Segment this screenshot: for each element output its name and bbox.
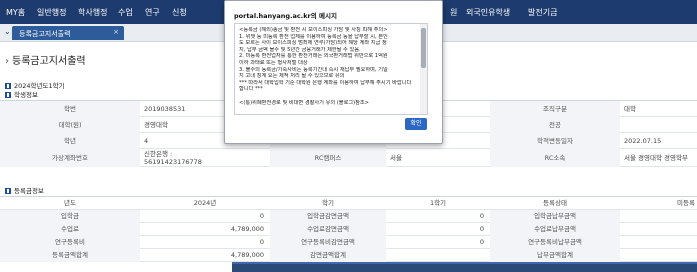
field-label: 조직구분 [490, 101, 620, 117]
field-label: RC캠퍼스 [270, 149, 386, 167]
field-label: 연구등록비 [0, 236, 140, 249]
field-label: 감면금액합계 [270, 249, 386, 262]
nav-item-academic-admin[interactable]: 학사행정 [78, 7, 107, 18]
field-label: 학년 [0, 133, 140, 149]
virtual-account-value: 신한은행 : 56191423176778 [144, 150, 202, 166]
research-discount-value: 0 [479, 238, 484, 246]
field-value [620, 210, 697, 223]
field-label: 전공 [490, 117, 620, 133]
field-label: 등록금액합계 [0, 249, 140, 262]
dialog-title: portal.hanyang.ac.kr의 메시지 [234, 12, 337, 20]
table-row: 등록금액합계 4,789,000 감면금액합계 납부금액합계 [0, 249, 697, 262]
nav-item-general-admin[interactable]: 일반행정 [37, 7, 66, 18]
field-label: 입학금납부금액 [490, 210, 620, 223]
field-label: 납부금액합계 [490, 249, 620, 262]
table-row: 연구등록비 0 연구등록비감면금액 0 연구등록비납부금액 [0, 236, 697, 249]
field-label: 학적변동일자 [490, 133, 620, 149]
nav-item-international-students[interactable]: 외국인유학생 [466, 7, 510, 18]
status-change-date-value: 2022.07.15 [624, 137, 662, 145]
background-popup-edge [232, 262, 697, 272]
research-fee-value: 0 [259, 238, 264, 246]
semester-value: 1학기 [429, 199, 447, 207]
alert-dialog: portal.hanyang.ac.kr의 메시지 <등록금 (해외)송금 및 … [224, 0, 443, 144]
tuition-table: 년도 2024년 학기 1학기 등록상태 미등록 입학금 0 입학금감면금액 0… [0, 196, 697, 262]
field-value: 대학 [624, 105, 636, 113]
field-label: 대학(원) [0, 117, 140, 133]
rc-affiliation-value: 서울 경영대학 경영학부 [624, 154, 688, 162]
field-label: 수업료 [0, 223, 140, 236]
year-value: 2024년 [193, 199, 217, 207]
total-tuition-value: 4,789,000 [230, 251, 264, 259]
section-bullet-icon [5, 92, 11, 98]
registration-status-value: 미등록 [677, 199, 695, 207]
tuition-discount-value: 0 [479, 225, 484, 233]
field-label: 연구등록비납부금액 [490, 236, 620, 249]
tab-tuition-bill[interactable]: 등록금고지서출력 × [12, 26, 124, 40]
ok-button[interactable]: 확인 [405, 118, 427, 130]
screen: MY홈 일반행정 학사행정 수업 연구 신청 원 외국인유학생 발전기금 ⌄ 등… [0, 0, 697, 272]
field-value [386, 249, 490, 262]
field-value [620, 117, 697, 133]
table-row: 입학금 0 입학금감면금액 0 입학금납부금액 [0, 210, 697, 223]
dialog-message-box[interactable]: <등록금 (해외)송금 및 환전 시 보이스피싱 가담 및 사칭 피해 주의> … [234, 23, 428, 115]
rc-campus-value: 서울 [390, 154, 402, 162]
dialog-message: <등록금 (해외)송금 및 환전 시 보이스피싱 가담 및 사칭 피해 주의> … [239, 27, 412, 106]
chevron-right-icon: › [5, 56, 9, 67]
scrollbar-thumb[interactable] [421, 28, 426, 68]
tuition-fee-value: 4,789,000 [230, 225, 264, 233]
year-header: 년도 [64, 199, 76, 207]
registration-status-header: 등록상태 [543, 199, 567, 207]
field-label: 수업료감면금액 [270, 223, 386, 236]
field-value [620, 223, 697, 236]
field-label: 입학금감면금액 [270, 210, 386, 223]
admission-fee-value: 0 [259, 212, 264, 220]
table-header-row: 년도 2024년 학기 1학기 등록상태 미등록 [0, 197, 697, 210]
table-row: 가상계좌번호 신한은행 : 56191423176778 RC캠퍼스 서울 RC… [0, 149, 697, 167]
nav-item-class[interactable]: 수업 [118, 7, 133, 18]
field-label: 가상계좌번호 [0, 149, 140, 167]
nav-item-research[interactable]: 연구 [145, 7, 160, 18]
field-label: 연구등록비감면금액 [270, 236, 386, 249]
close-icon[interactable]: × [113, 28, 119, 36]
field-label: 학번 [0, 101, 140, 117]
field-label: 입학금 [0, 210, 140, 223]
tuition-info-label: 등록금정보 [5, 185, 44, 195]
page-title: › 등록금고지서출력 [5, 52, 86, 67]
field-value [620, 236, 697, 249]
nav-item-application[interactable]: 신청 [172, 7, 187, 18]
field-label: 수업료납부금액 [490, 223, 620, 236]
table-row: 수업료 4,789,000 수업료감면금액 0 수업료납부금액 [0, 223, 697, 236]
nav-item-my-home[interactable]: MY홈 [6, 7, 25, 18]
semester-header: 학기 [322, 199, 334, 207]
section-bullet-icon [5, 188, 11, 194]
dialog-scrollbar[interactable] [420, 24, 427, 114]
nav-item-truncated[interactable]: 원 [450, 7, 457, 18]
student-info-label: 학생정보 [5, 89, 38, 99]
page-title-text: 등록금고지서출력 [12, 56, 86, 67]
field-label: RC소속 [490, 149, 620, 167]
admission-discount-value: 0 [479, 212, 484, 220]
nav-item-development-fund[interactable]: 발전기금 [528, 7, 557, 18]
field-value [620, 249, 697, 262]
tab-label: 등록금고지서출력 [19, 30, 71, 38]
